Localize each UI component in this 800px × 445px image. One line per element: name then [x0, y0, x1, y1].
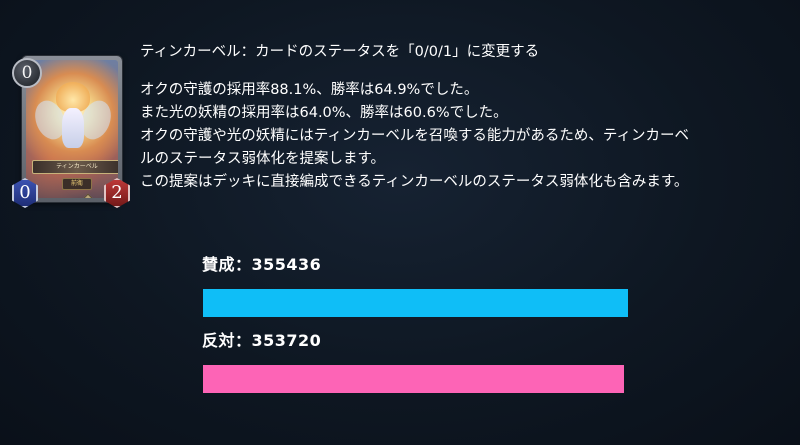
proposal-line: この提案はデッキに直接編成できるティンカーベルのステータス弱体化も含みます。 [140, 174, 689, 190]
oppose-vote-label: 反対：353720 [202, 331, 322, 350]
agree-vote-label: 賛成：355436 [202, 255, 322, 274]
proposal-line: オクの守護の採用率88.1%、勝率は64.9%でした。 [140, 82, 479, 98]
fairy-body [62, 108, 84, 148]
card-image: ティンカーベル 前衛 0 0 2 [12, 56, 130, 208]
proposal-text: ティンカーベル：カードのステータスを「0/0/1」に変更する オクの守護の採用率… [140, 40, 800, 194]
agree-vote-bar [203, 289, 628, 317]
proposal-line: オクの守護や光の妖精にはティンカーベルを召喚する能力があるため、ティンカーベ [140, 128, 689, 144]
oppose-vote-bar [203, 365, 624, 393]
rarity-gem-icon [79, 193, 97, 198]
proposal-heading: ティンカーベル：カードのステータスを「0/0/1」に変更する [140, 44, 540, 60]
card-class-label: 前衛 [62, 178, 92, 190]
proposal-line: また光の妖精の採用率は64.0%、勝率は60.6%でした。 [140, 105, 508, 121]
card-name: ティンカーベル [32, 160, 118, 174]
proposal-line: ルのステータス弱体化を提案します。 [140, 151, 386, 167]
card-cost: 0 [12, 58, 42, 88]
